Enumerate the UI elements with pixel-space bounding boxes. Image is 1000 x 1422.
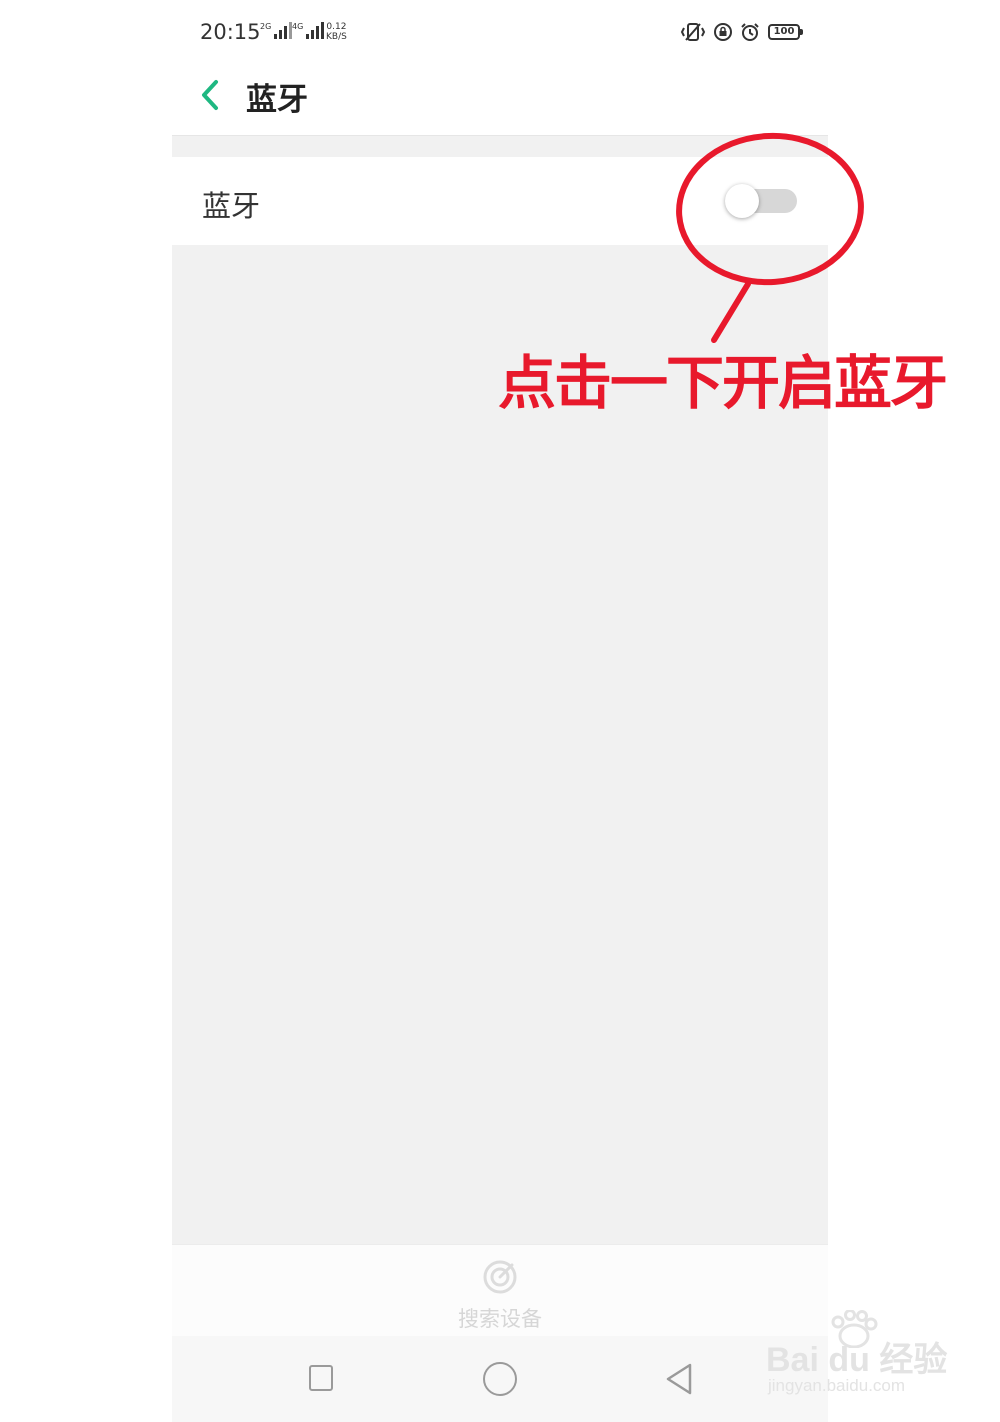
status-time: 20:15 [200, 20, 261, 44]
status-icons: 100 [680, 22, 803, 42]
recents-icon[interactable] [309, 1365, 333, 1391]
app-header: 蓝牙 [172, 64, 828, 136]
phone-screen: 20:15 2G 4G 0.12 KB/S 100 蓝牙 蓝牙 搜索设备 [172, 0, 828, 1422]
alarm-icon [741, 23, 759, 41]
rotation-lock-icon [714, 23, 732, 41]
navigation-bar [172, 1336, 828, 1422]
vibrate-icon [680, 23, 706, 41]
network-speed: 0.12 KB/S [326, 22, 347, 42]
bluetooth-label: 蓝牙 [202, 189, 261, 223]
toggle-thumb [725, 184, 759, 218]
signal-icon: 2G [260, 22, 293, 39]
network-speed-unit: KB/S [326, 32, 347, 42]
status-bar: 20:15 2G 4G 0.12 KB/S 100 [172, 0, 828, 64]
signal-type-label: 2G [260, 22, 272, 31]
search-devices-label: 搜索设备 [458, 1307, 542, 1331]
baidu-watermark: Bai du 经验 jingyan.baidu.com [766, 1310, 956, 1400]
radar-icon [483, 1260, 517, 1294]
annotation-text: 点击一下开启蓝牙 [498, 349, 948, 417]
watermark-brand: Bai du 经验 [766, 1341, 948, 1379]
bluetooth-setting-row[interactable]: 蓝牙 [172, 157, 828, 245]
home-icon[interactable] [483, 1362, 517, 1396]
search-devices-bar: 搜索设备 [172, 1244, 828, 1337]
signal-icon: 4G [292, 22, 325, 39]
back-icon[interactable] [664, 1362, 694, 1396]
page-title: 蓝牙 [246, 82, 308, 118]
network-speed-value: 0.12 [326, 22, 347, 32]
signal-type-label: 4G [292, 22, 304, 31]
watermark-url: jingyan.baidu.com [768, 1376, 906, 1395]
battery-icon: 100 [768, 24, 803, 40]
chevron-left-icon[interactable] [196, 76, 228, 116]
bluetooth-toggle[interactable] [725, 184, 799, 218]
